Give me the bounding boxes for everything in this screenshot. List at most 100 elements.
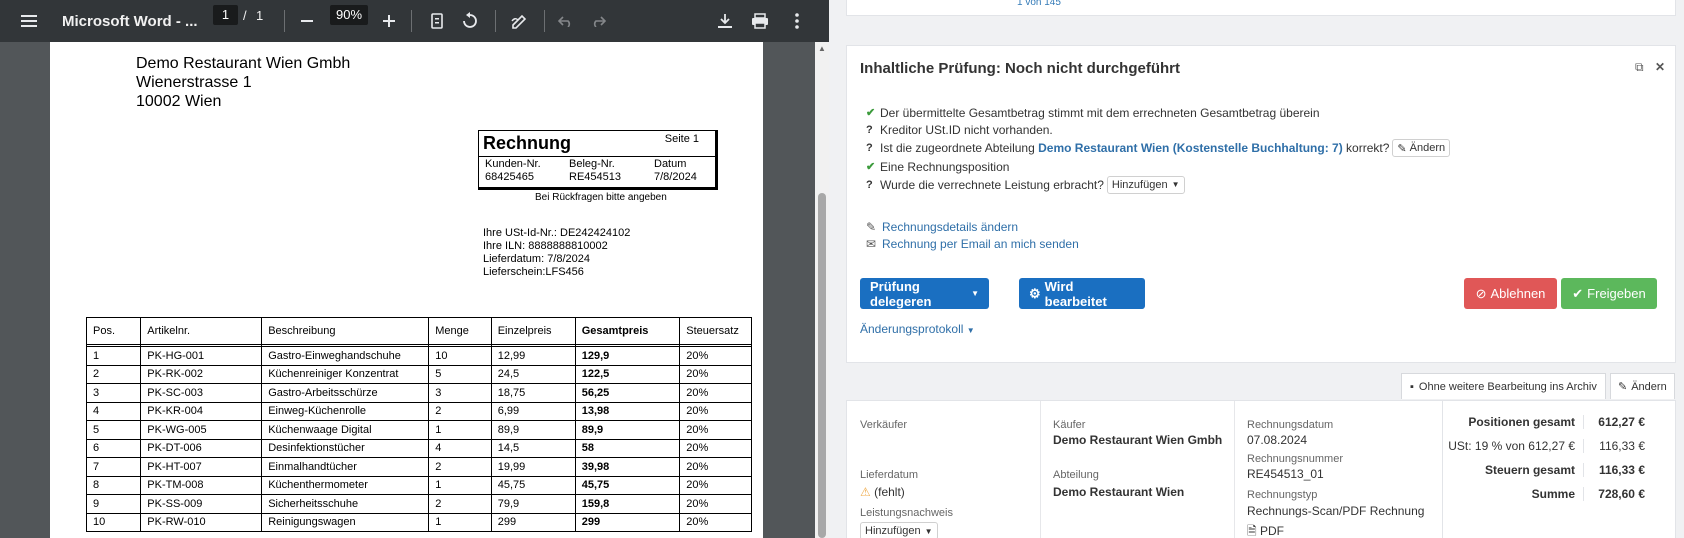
add-service-proof-dropdown[interactable]: Hinzufügen ▼ xyxy=(860,522,938,538)
cell-quantity: 10 xyxy=(428,346,492,366)
approve-button[interactable]: ✔ Freigeben xyxy=(1561,278,1657,309)
caret-down-icon: ▼ xyxy=(971,289,979,298)
buyer-link[interactable]: Demo Restaurant Wien Gmbh xyxy=(1053,433,1222,447)
cell-unit-price: 19,99 xyxy=(490,457,576,477)
invoice-header-box: Rechnung Seite 1 Kunden-Nr. 68425465 Bel… xyxy=(478,130,718,190)
download-icon[interactable] xyxy=(714,10,736,32)
iln: Ihre ILN: 8888888810002 xyxy=(483,240,608,252)
zoom-input[interactable]: 90% xyxy=(330,5,368,25)
change-log-toggle[interactable]: Änderungsprotokoll ▼ xyxy=(860,322,975,336)
popout-icon[interactable]: ⧉ xyxy=(1635,60,1644,74)
send-invoice-email-action[interactable]: ✉ Rechnung per Email an mich senden xyxy=(866,235,1079,252)
fit-page-icon[interactable] xyxy=(426,10,448,32)
cell-article-number: PK-SC-003 xyxy=(140,383,263,403)
summary-label: Positionen gesamt xyxy=(1468,415,1575,429)
approval-pager[interactable]: 1 von 145 xyxy=(1017,0,1061,8)
annotate-icon[interactable] xyxy=(509,10,531,32)
scroll-up-arrow-icon[interactable]: ▲ xyxy=(816,44,828,54)
buyer-column: Käufer Demo Restaurant Wien Gmbh Abteilu… xyxy=(1041,401,1235,538)
edit-invoice-details-link[interactable]: Rechnungsdetails ändern xyxy=(882,220,1018,234)
edit-invoice-details-action[interactable]: ✎ Rechnungsdetails ändern xyxy=(866,218,1079,235)
pdf-toolbar: Microsoft Word - ... 1 / 1 90% xyxy=(0,0,829,42)
cell-total-price: 45,75 xyxy=(574,475,681,495)
cell-unit-price: 24,5 xyxy=(490,364,576,384)
toolbar-divider xyxy=(284,10,285,32)
invoice-meta-column: Rechnungsdatum 07.08.2024 Rechnungsnumme… xyxy=(1235,401,1442,538)
change-department-button[interactable]: ✎ Ändern xyxy=(1392,139,1451,157)
check-item-text: Eine Rechnungsposition xyxy=(880,159,1010,174)
table-row: 6 PK-DT-006 Desinfektionstücher 4 14,5 58 20% xyxy=(85,438,752,458)
document-number-label: Beleg-Nr. xyxy=(569,158,615,170)
toolbar-divider xyxy=(411,10,412,32)
approve-label: Freigeben xyxy=(1587,286,1646,301)
check-item-text-after: korrekt? xyxy=(1342,141,1390,155)
cell-pos: 5 xyxy=(85,420,142,440)
envelope-icon: ✉ xyxy=(866,236,877,251)
toolbar-divider xyxy=(544,10,545,32)
pdf-link[interactable]: 🗎 PDF xyxy=(1247,522,1284,538)
cell-total-price: 39,98 xyxy=(574,457,681,477)
more-icon[interactable] xyxy=(786,10,808,32)
col-pos: Pos. xyxy=(85,317,142,345)
document-number-value: RE454513 xyxy=(569,171,621,183)
invoice-type-link[interactable]: Rechnungs-Scan/PDF Rechnung xyxy=(1247,504,1424,518)
cell-pos: 2 xyxy=(85,364,142,384)
summary-label: Summe xyxy=(1531,487,1575,501)
cell-quantity: 5 xyxy=(428,364,492,384)
pdf-file-icon: 🗎 xyxy=(1247,524,1257,538)
question-icon: ? xyxy=(866,178,873,191)
cell-description: Küchenreiniger Konzentrat xyxy=(261,364,430,384)
cell-tax-rate: 20% xyxy=(679,346,752,366)
redo-icon[interactable] xyxy=(587,10,609,32)
invoice-actions: ✎ Rechnungsdetails ändern ✉ Rechnung per… xyxy=(866,218,1079,252)
cell-unit-price: 12,99 xyxy=(490,346,576,366)
add-service-proof-button[interactable]: Hinzufügen ▼ xyxy=(1106,175,1185,194)
table-row: 3 PK-SC-003 Gastro-Arbeitsschürze 3 18,75 56,… xyxy=(85,383,752,403)
invoice-info: Ihre USt-Id-Nr.: DE242424102 Ihre ILN: 8… xyxy=(483,227,630,279)
in-progress-button[interactable]: ⚙ Wird bearbeitet xyxy=(1019,278,1145,309)
reject-button[interactable]: ⊘ Ablehnen xyxy=(1464,278,1557,309)
invoice-details-card: Verkäufer Lieferdatum ⚠ (fehlt) Leistung… xyxy=(846,400,1676,538)
department-value-link[interactable]: Demo Restaurant Wien xyxy=(1053,485,1184,499)
caret-down-icon: ▼ xyxy=(1171,180,1180,189)
card-controls: ⧉ ✕ xyxy=(1635,60,1665,75)
col-total-price: Gesamtpreis xyxy=(574,317,681,345)
col-quantity: Menge xyxy=(428,317,492,345)
cell-description: Einmalhandtücher xyxy=(261,457,430,477)
cell-article-number: PK-KR-004 xyxy=(140,401,263,421)
check-item-text: Wurde die verrechnete Leistung erbracht? xyxy=(880,177,1104,192)
page-number-input[interactable]: 1 xyxy=(213,5,238,25)
zoom-out-icon[interactable] xyxy=(296,10,318,32)
seller-label: Verkäufer xyxy=(860,419,908,431)
check-list: ✔ Der übermittelte Gesamtbetrag stimmt m… xyxy=(866,104,1451,194)
sender-address: Demo Restaurant Wien Gmbh Wienerstrasse … xyxy=(136,54,350,111)
change-log-label: Änderungsprotokoll xyxy=(860,322,964,336)
invoice-date-value: 07.08.2024 xyxy=(1247,433,1308,447)
rotate-icon[interactable] xyxy=(459,10,481,32)
send-invoice-email-link[interactable]: Rechnung per Email an mich senden xyxy=(882,237,1079,251)
cell-article-number: PK-RW-010 xyxy=(140,512,263,532)
delegate-review-button[interactable]: Prüfung delegeren ▼ xyxy=(860,278,989,309)
archive-without-processing-button[interactable]: ▪ Ohne weitere Bearbeitung ins Archiv xyxy=(1401,373,1606,399)
summary-label: Steuern gesamt xyxy=(1484,463,1575,477)
content-check-card: Inhaltliche Prüfung: Noch nicht durchgef… xyxy=(846,45,1676,363)
check-item-text: Ist die zugeordnete Abteilung xyxy=(880,141,1039,155)
scrollbar-thumb[interactable] xyxy=(818,193,826,538)
department-link[interactable]: Demo Restaurant Wien (Kostenstelle Buchh… xyxy=(1038,141,1343,155)
archive-icon: ▪ xyxy=(1410,380,1414,393)
menu-icon[interactable] xyxy=(18,10,40,32)
close-icon[interactable]: ✕ xyxy=(1655,60,1665,74)
caret-down-icon: ▼ xyxy=(966,326,975,335)
ban-icon: ⊘ xyxy=(1475,285,1487,301)
print-icon[interactable] xyxy=(749,10,771,32)
undo-icon[interactable] xyxy=(555,10,577,32)
cell-total-price: 159,8 xyxy=(574,494,681,514)
checkmark-icon: ✔ xyxy=(866,161,876,173)
cell-quantity: 2 xyxy=(428,401,492,421)
zoom-in-icon[interactable] xyxy=(378,10,400,32)
cell-article-number: PK-TM-008 xyxy=(140,475,263,495)
summary-label: USt: 19 % von 612,27 € xyxy=(1448,439,1575,453)
seller-column: Verkäufer Lieferdatum ⚠ (fehlt) Leistung… xyxy=(847,401,1041,538)
approval-flow-card: 1 von 145 xyxy=(846,0,1676,16)
edit-button[interactable]: ✎ Ändern xyxy=(1610,373,1675,399)
